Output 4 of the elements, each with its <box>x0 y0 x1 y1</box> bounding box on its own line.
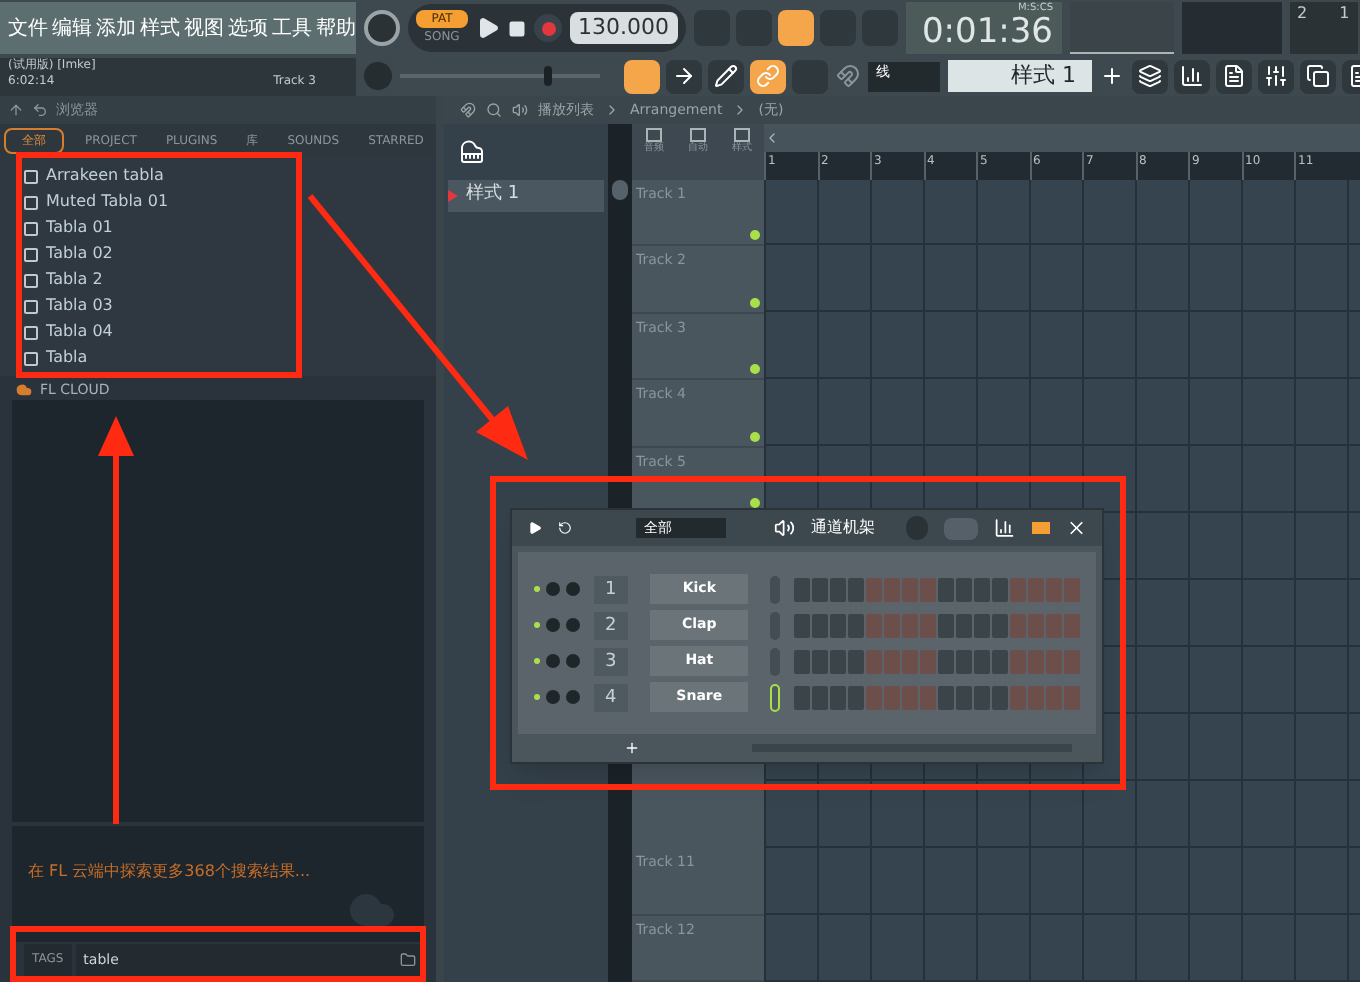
readout-value: 2 <box>1297 2 1308 26</box>
time-value: 0:01:36 <box>921 14 1053 50</box>
window-title: 通道机架 <box>810 516 875 540</box>
readout-value: 1 <box>1339 2 1350 26</box>
